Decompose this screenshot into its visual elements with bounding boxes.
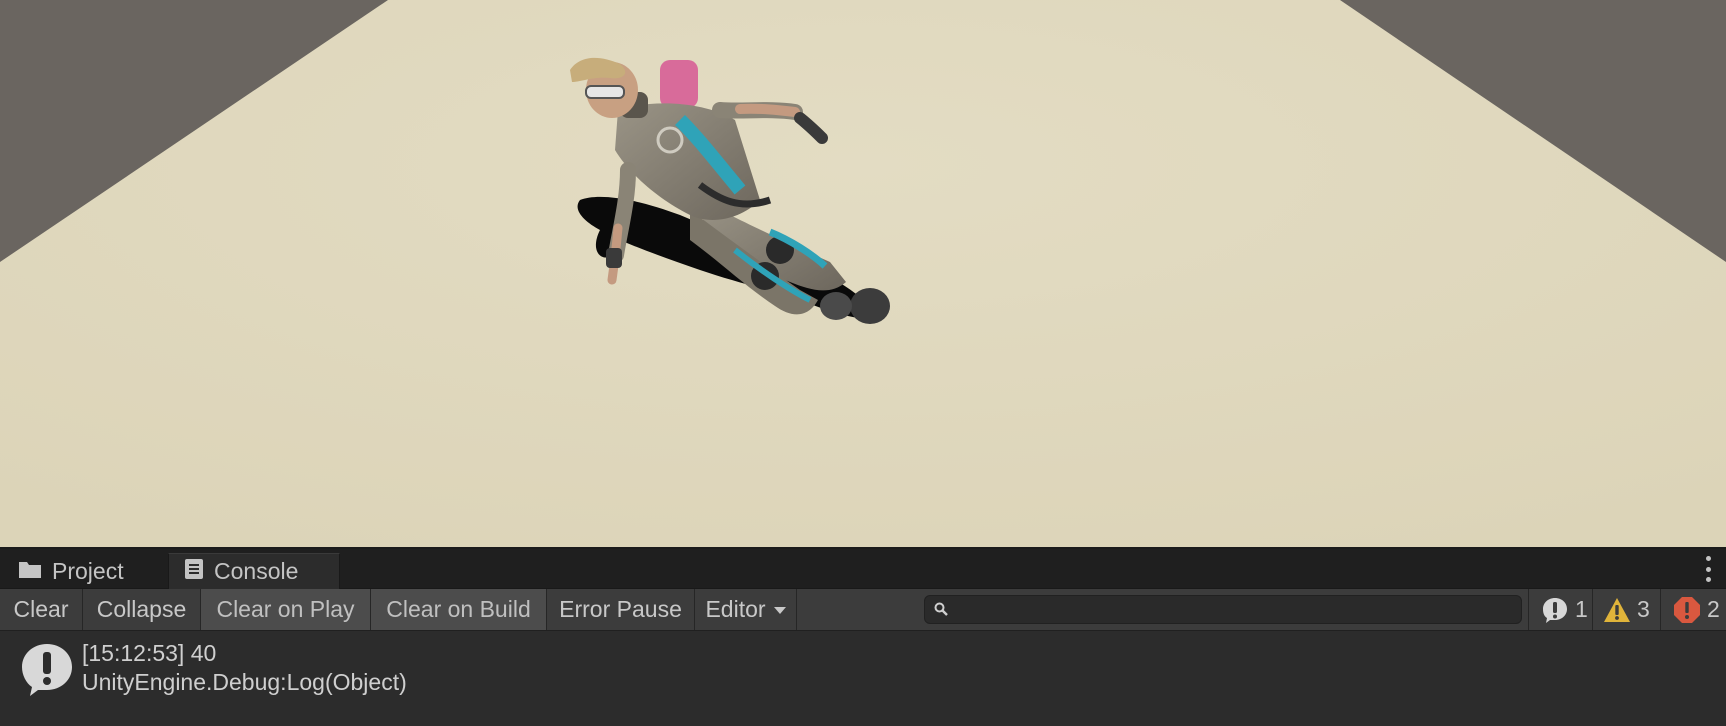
info-count: 1 (1575, 596, 1588, 622)
tab-project-label: Project (52, 557, 124, 584)
log-message: [15:12:53] 40 (82, 640, 217, 666)
console-log-list: [15:12:53] 40 UnityEngine.Debug:Log(Obje… (0, 631, 1726, 726)
tab-console[interactable]: Console (168, 553, 340, 589)
log-stacktrace: UnityEngine.Debug:Log(Object) (82, 669, 407, 695)
clear-on-build-toggle[interactable]: Clear on Build (371, 589, 547, 630)
game-view[interactable] (0, 0, 1726, 549)
clear-on-play-label: Clear on Play (216, 596, 355, 622)
editor-dropdown-label: Editor (705, 596, 766, 622)
error-count-toggle[interactable]: 2 (1660, 589, 1726, 630)
warning-count: 3 (1637, 596, 1650, 622)
log-entry[interactable]: [15:12:53] 40 UnityEngine.Debug:Log(Obje… (0, 631, 1726, 703)
panel-tab-bar: Project Console (0, 549, 1726, 589)
search-icon (934, 602, 948, 621)
clear-button-label: Clear (13, 596, 69, 622)
collapse-button[interactable]: Collapse (83, 589, 201, 630)
info-icon (20, 642, 74, 703)
clear-button[interactable]: Clear (0, 589, 83, 630)
editor-dropdown[interactable]: Editor (695, 589, 797, 630)
clear-on-build-label: Clear on Build (386, 596, 531, 622)
console-icon (184, 558, 204, 586)
more-options-icon[interactable] (1704, 556, 1712, 582)
error-pause-toggle[interactable]: Error Pause (547, 589, 695, 630)
collapse-button-label: Collapse (96, 596, 187, 622)
info-count-toggle[interactable]: 1 (1528, 589, 1590, 630)
error-icon (1674, 596, 1700, 623)
warning-icon (1604, 597, 1630, 622)
tab-console-label: Console (214, 558, 299, 584)
chevron-down-icon (773, 607, 786, 614)
tab-project[interactable]: Project (0, 553, 166, 589)
search-input[interactable] (953, 597, 1517, 624)
console-toolbar: Clear Collapse Clear on Play Clear on Bu… (0, 589, 1726, 631)
folder-icon (18, 558, 42, 585)
info-icon (1543, 597, 1567, 623)
error-count: 2 (1707, 596, 1720, 622)
scene-render (0, 0, 1726, 547)
search-field[interactable] (924, 595, 1522, 624)
error-pause-label: Error Pause (559, 596, 682, 622)
clear-on-play-toggle[interactable]: Clear on Play (201, 589, 371, 630)
warning-count-toggle[interactable]: 3 (1592, 589, 1658, 630)
